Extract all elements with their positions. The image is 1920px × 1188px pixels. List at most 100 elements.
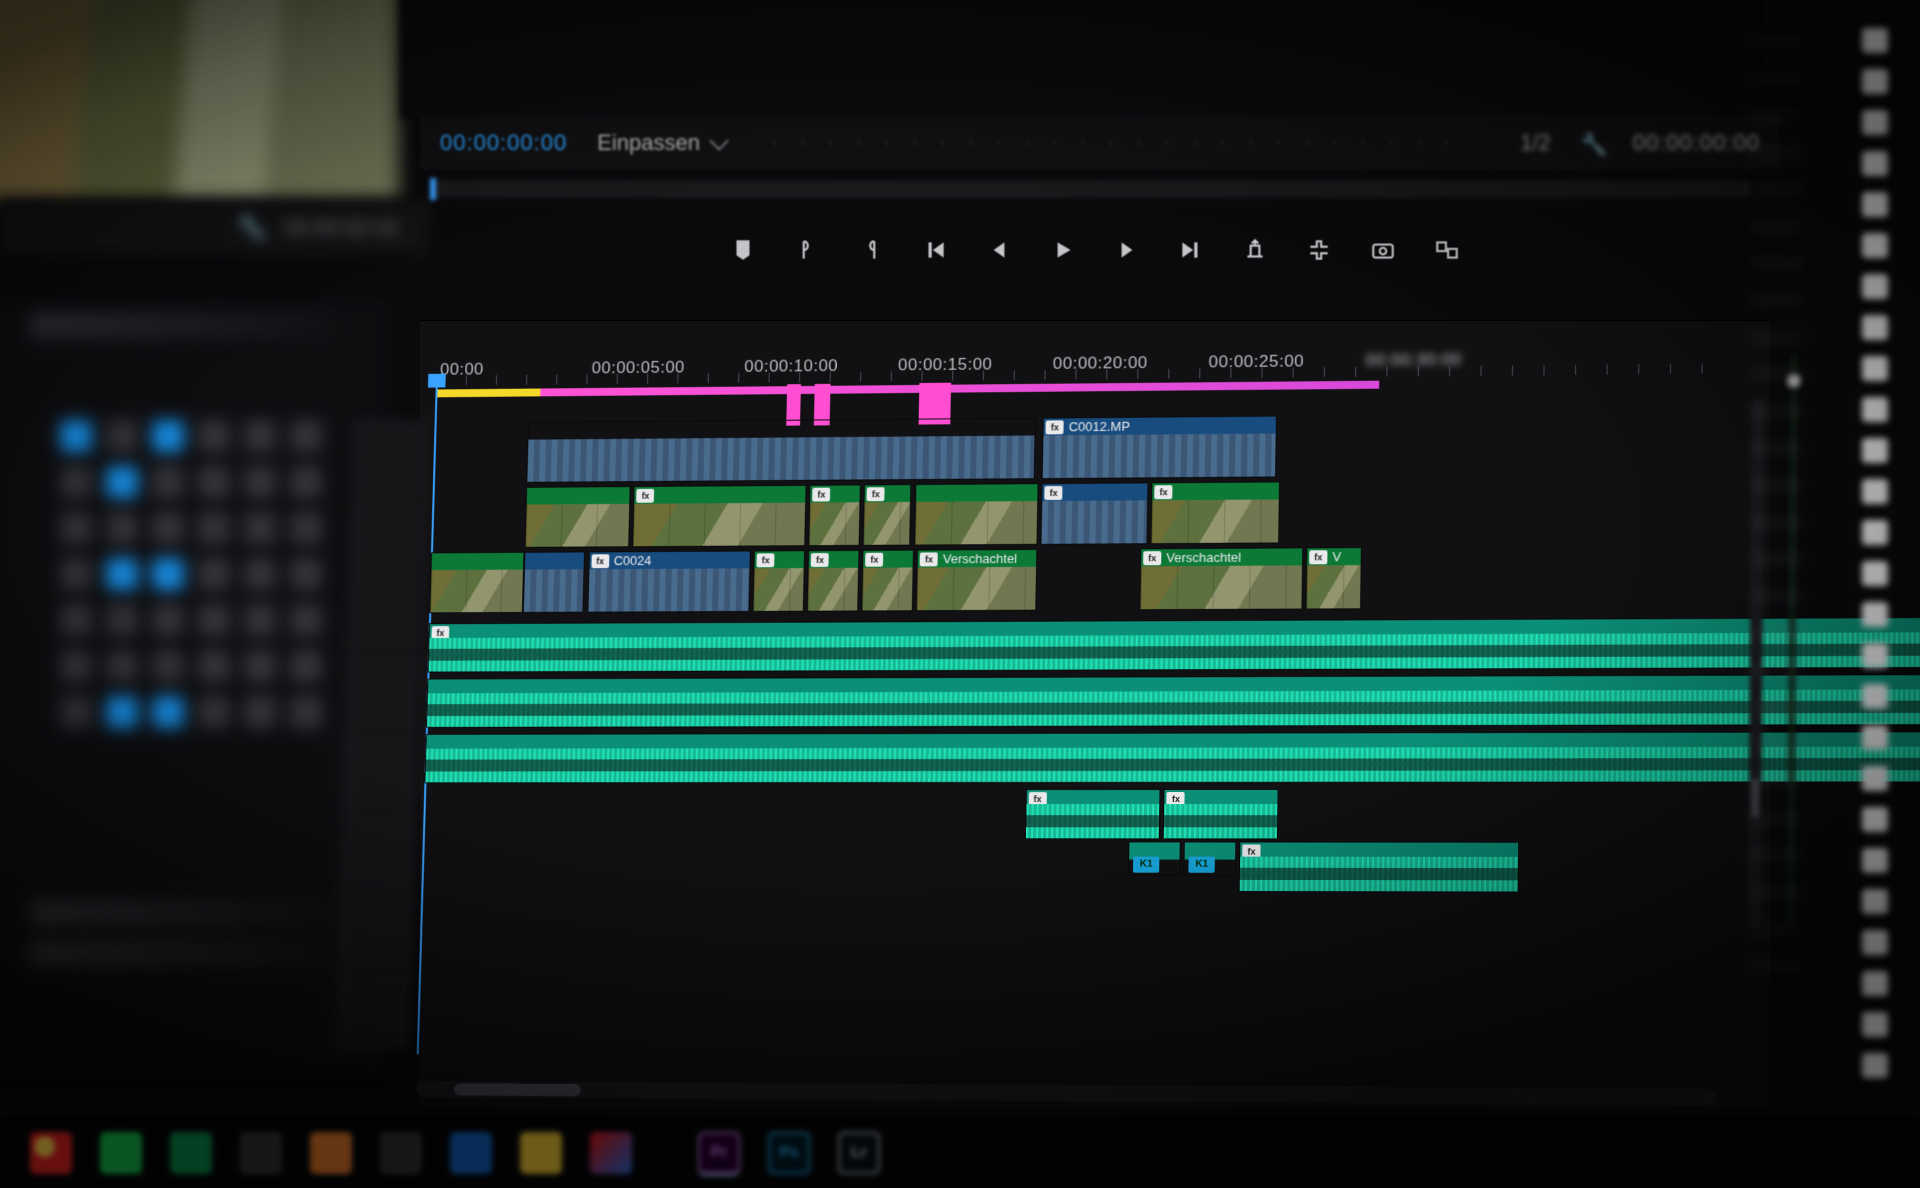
panel-checkbox[interactable] xyxy=(1862,848,1888,873)
panel-checkbox[interactable] xyxy=(1862,520,1888,545)
video-clip[interactable] xyxy=(525,486,631,548)
taskbar-app-explorer[interactable] xyxy=(520,1132,562,1174)
panel-checkbox[interactable] xyxy=(1862,602,1888,627)
audio-clip[interactable] xyxy=(426,674,1920,728)
right-panel-labels: ————————————————————————————————————————… xyxy=(1750,30,1850,1080)
mark-out-button[interactable] xyxy=(858,237,884,263)
panel-checkbox[interactable] xyxy=(1862,766,1888,791)
export-frame-button[interactable] xyxy=(1370,237,1396,263)
sequence-duration: 00:00:00:00 xyxy=(1633,130,1760,156)
taskbar-app-generic2[interactable] xyxy=(450,1132,492,1174)
panel-checkbox[interactable] xyxy=(1862,479,1888,504)
taskbar-app-premiere[interactable]: Pr xyxy=(698,1132,740,1174)
video-clip[interactable] xyxy=(527,418,1037,483)
fx-badge-icon: fx xyxy=(637,488,655,502)
video-clip[interactable]: fx xyxy=(632,485,806,547)
toggle-view-button[interactable] xyxy=(1434,237,1460,263)
video-clip[interactable]: fx xyxy=(753,550,805,612)
extract-button[interactable] xyxy=(1306,237,1332,263)
wrench-icon[interactable]: 🔧 xyxy=(238,215,265,241)
panel-checkbox[interactable] xyxy=(1862,274,1888,299)
panel-checkbox[interactable] xyxy=(1862,192,1888,217)
video-clip[interactable] xyxy=(523,551,585,613)
panel-checkbox[interactable] xyxy=(1862,315,1888,340)
audio-clip[interactable]: K1 xyxy=(1183,841,1236,875)
clip-label: Verschachtel xyxy=(1163,550,1241,565)
mark-in-button[interactable] xyxy=(794,237,820,263)
settings-wrench-icon[interactable]: 🔧 xyxy=(1581,132,1603,154)
effects-panel[interactable] xyxy=(0,300,390,1080)
audio-clip[interactable]: fx xyxy=(1025,789,1161,839)
taskbar-app-chrome[interactable] xyxy=(30,1132,72,1174)
panel-checkbox[interactable] xyxy=(1862,438,1888,463)
audio-clip[interactable]: fx xyxy=(1163,789,1278,840)
go-to-out-button[interactable] xyxy=(1178,237,1204,263)
video-clip[interactable]: fx xyxy=(861,550,913,612)
video-clip[interactable]: fx xyxy=(863,484,912,546)
panel-checkbox[interactable] xyxy=(1862,1053,1888,1078)
panel-checkbox[interactable] xyxy=(1862,397,1888,422)
go-to-in-button[interactable] xyxy=(922,237,948,263)
windows-taskbar[interactable]: Pr Ps Lr xyxy=(0,1118,1920,1188)
audio-clip[interactable] xyxy=(424,731,1920,783)
program-scrub-ruler[interactable] xyxy=(774,140,1470,146)
video-clip[interactable]: fxC0024 xyxy=(587,551,751,613)
video-clip[interactable]: fx xyxy=(807,550,859,612)
ruler-tick: 00:00:10:00 xyxy=(744,356,898,377)
panel-checkbox[interactable] xyxy=(1862,1012,1888,1037)
panel-checkbox[interactable] xyxy=(1862,233,1888,258)
keyframe-badge: K1 xyxy=(1133,857,1159,873)
resolution-dropdown[interactable]: 1/2 xyxy=(1520,130,1551,156)
timeline-panel[interactable]: 00:00 00:00:05:00 00:00:10:00 00:00:15:0… xyxy=(420,320,1770,1108)
panel-checkbox[interactable] xyxy=(1862,889,1888,914)
video-clip[interactable]: fx xyxy=(1151,481,1280,544)
fit-dropdown[interactable]: Einpassen xyxy=(597,130,724,156)
audio-clip[interactable]: fx xyxy=(1239,841,1520,892)
video-clip[interactable]: fxVerschachtel xyxy=(916,549,1037,611)
panel-checkbox[interactable] xyxy=(1862,110,1888,135)
fx-badge-icon: fx xyxy=(1143,551,1161,565)
panel-checkbox[interactable] xyxy=(1862,930,1888,955)
video-clip[interactable] xyxy=(429,552,524,614)
taskbar-app-spotify[interactable] xyxy=(170,1132,212,1174)
program-playhead-icon[interactable] xyxy=(430,178,436,200)
video-clip[interactable]: fxC0012.MP xyxy=(1042,416,1277,480)
panel-checkbox[interactable] xyxy=(1862,151,1888,176)
right-panel-checkboxes[interactable] xyxy=(1862,28,1892,1078)
ruler-tick: 00:00:30:00 xyxy=(1365,349,1523,371)
video-clip[interactable]: fxVerschachtel xyxy=(1139,547,1303,610)
taskbar-app-whatsapp[interactable] xyxy=(100,1132,142,1174)
work-area-rendered[interactable] xyxy=(435,389,540,398)
panel-checkbox[interactable] xyxy=(1862,28,1888,53)
panel-checkbox[interactable] xyxy=(1862,725,1888,750)
taskbar-app-creative-cloud[interactable] xyxy=(590,1132,632,1174)
program-mini-scrubber[interactable] xyxy=(430,180,1750,198)
taskbar-app-photoshop[interactable]: Ps xyxy=(768,1132,810,1174)
step-back-button[interactable] xyxy=(986,237,1012,263)
taskbar-app-lightroom[interactable]: Lr xyxy=(838,1132,880,1174)
video-clip[interactable]: fx xyxy=(808,484,860,546)
video-clip[interactable]: fxV xyxy=(1306,547,1362,610)
time-ruler[interactable]: 00:00 00:00:05:00 00:00:10:00 00:00:15:0… xyxy=(436,337,1732,380)
program-timecode[interactable]: 00:00:00:00 xyxy=(440,130,567,156)
taskbar-app-vlc[interactable] xyxy=(310,1132,352,1174)
audio-clip[interactable]: K1 xyxy=(1128,841,1181,875)
panel-checkbox[interactable] xyxy=(1862,69,1888,94)
fx-badge-icon: fx xyxy=(920,552,938,566)
taskbar-app-generic[interactable] xyxy=(380,1132,422,1174)
lift-button[interactable] xyxy=(1242,237,1268,263)
panel-checkbox[interactable] xyxy=(1862,356,1888,381)
timeline-zoom-scrollbar[interactable] xyxy=(416,1081,1716,1105)
audio-clip[interactable]: fx xyxy=(428,616,1920,672)
panel-checkbox[interactable] xyxy=(1862,807,1888,832)
taskbar-app-steam[interactable] xyxy=(240,1132,282,1174)
add-marker-button[interactable] xyxy=(730,237,756,263)
step-fwd-button[interactable] xyxy=(1114,237,1140,263)
video-clip[interactable]: fx xyxy=(1041,482,1149,544)
panel-checkbox[interactable] xyxy=(1862,643,1888,668)
panel-checkbox[interactable] xyxy=(1862,561,1888,586)
panel-checkbox[interactable] xyxy=(1862,684,1888,709)
panel-checkbox[interactable] xyxy=(1862,971,1888,996)
play-button[interactable] xyxy=(1050,237,1076,263)
video-clip[interactable] xyxy=(914,483,1038,545)
